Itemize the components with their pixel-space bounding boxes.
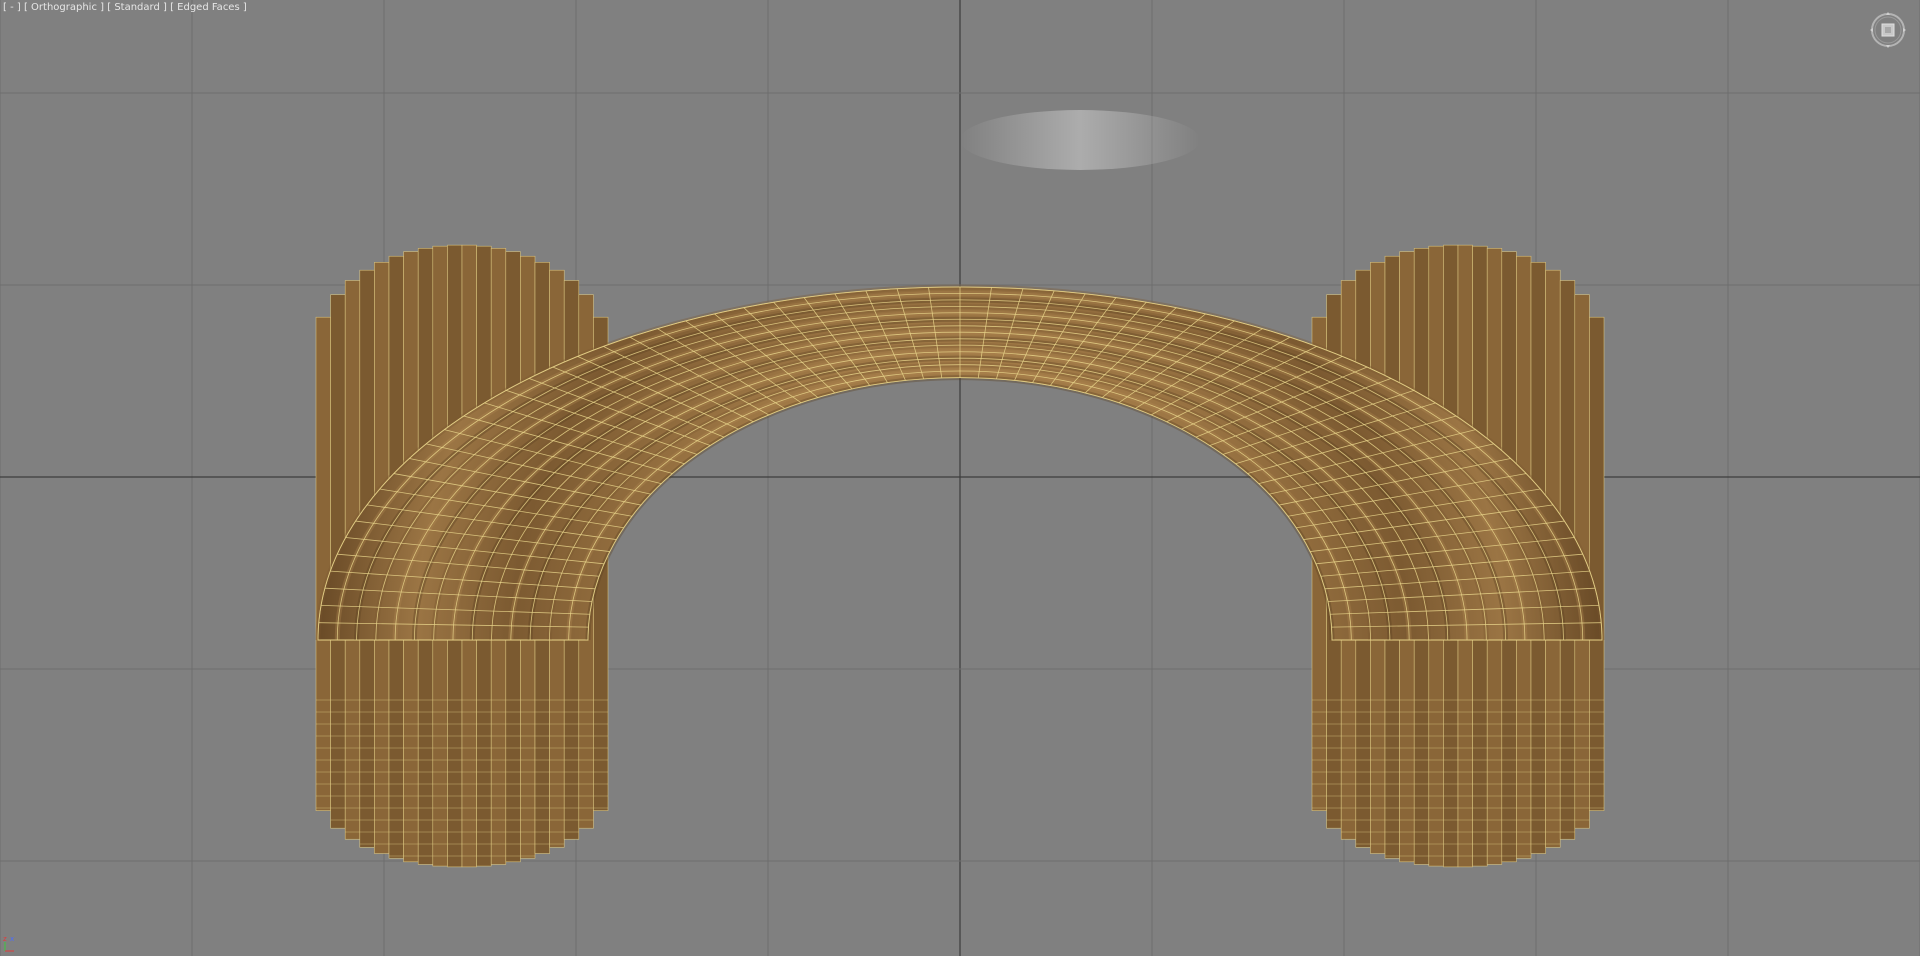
ear-cup-segment (315, 316, 331, 811)
shading-label[interactable]: [ Standard ] (107, 2, 167, 13)
specular-highlight (960, 110, 1200, 170)
view-type-label[interactable]: [ Orthographic ] (24, 2, 104, 13)
orthographic-viewport[interactable]: [ - ] [ Orthographic ] [ Standard ] [ Ed… (0, 0, 1920, 956)
display-mode-label[interactable]: [ Edged Faces ] (170, 2, 247, 13)
viewport-menu-button[interactable]: [ - ] (3, 2, 21, 13)
viewport-canvas[interactable] (0, 0, 1920, 956)
axis-x-label: x (10, 935, 14, 943)
viewcube-icon[interactable] (1868, 10, 1908, 50)
viewport-label[interactable]: [ - ] [ Orthographic ] [ Standard ] [ Ed… (3, 2, 247, 13)
axis-z-label: z (3, 935, 7, 943)
ear-cup-segment (1589, 316, 1605, 811)
axis-tripod-icon: z x (2, 934, 22, 954)
viewport-grid (0, 0, 1920, 956)
